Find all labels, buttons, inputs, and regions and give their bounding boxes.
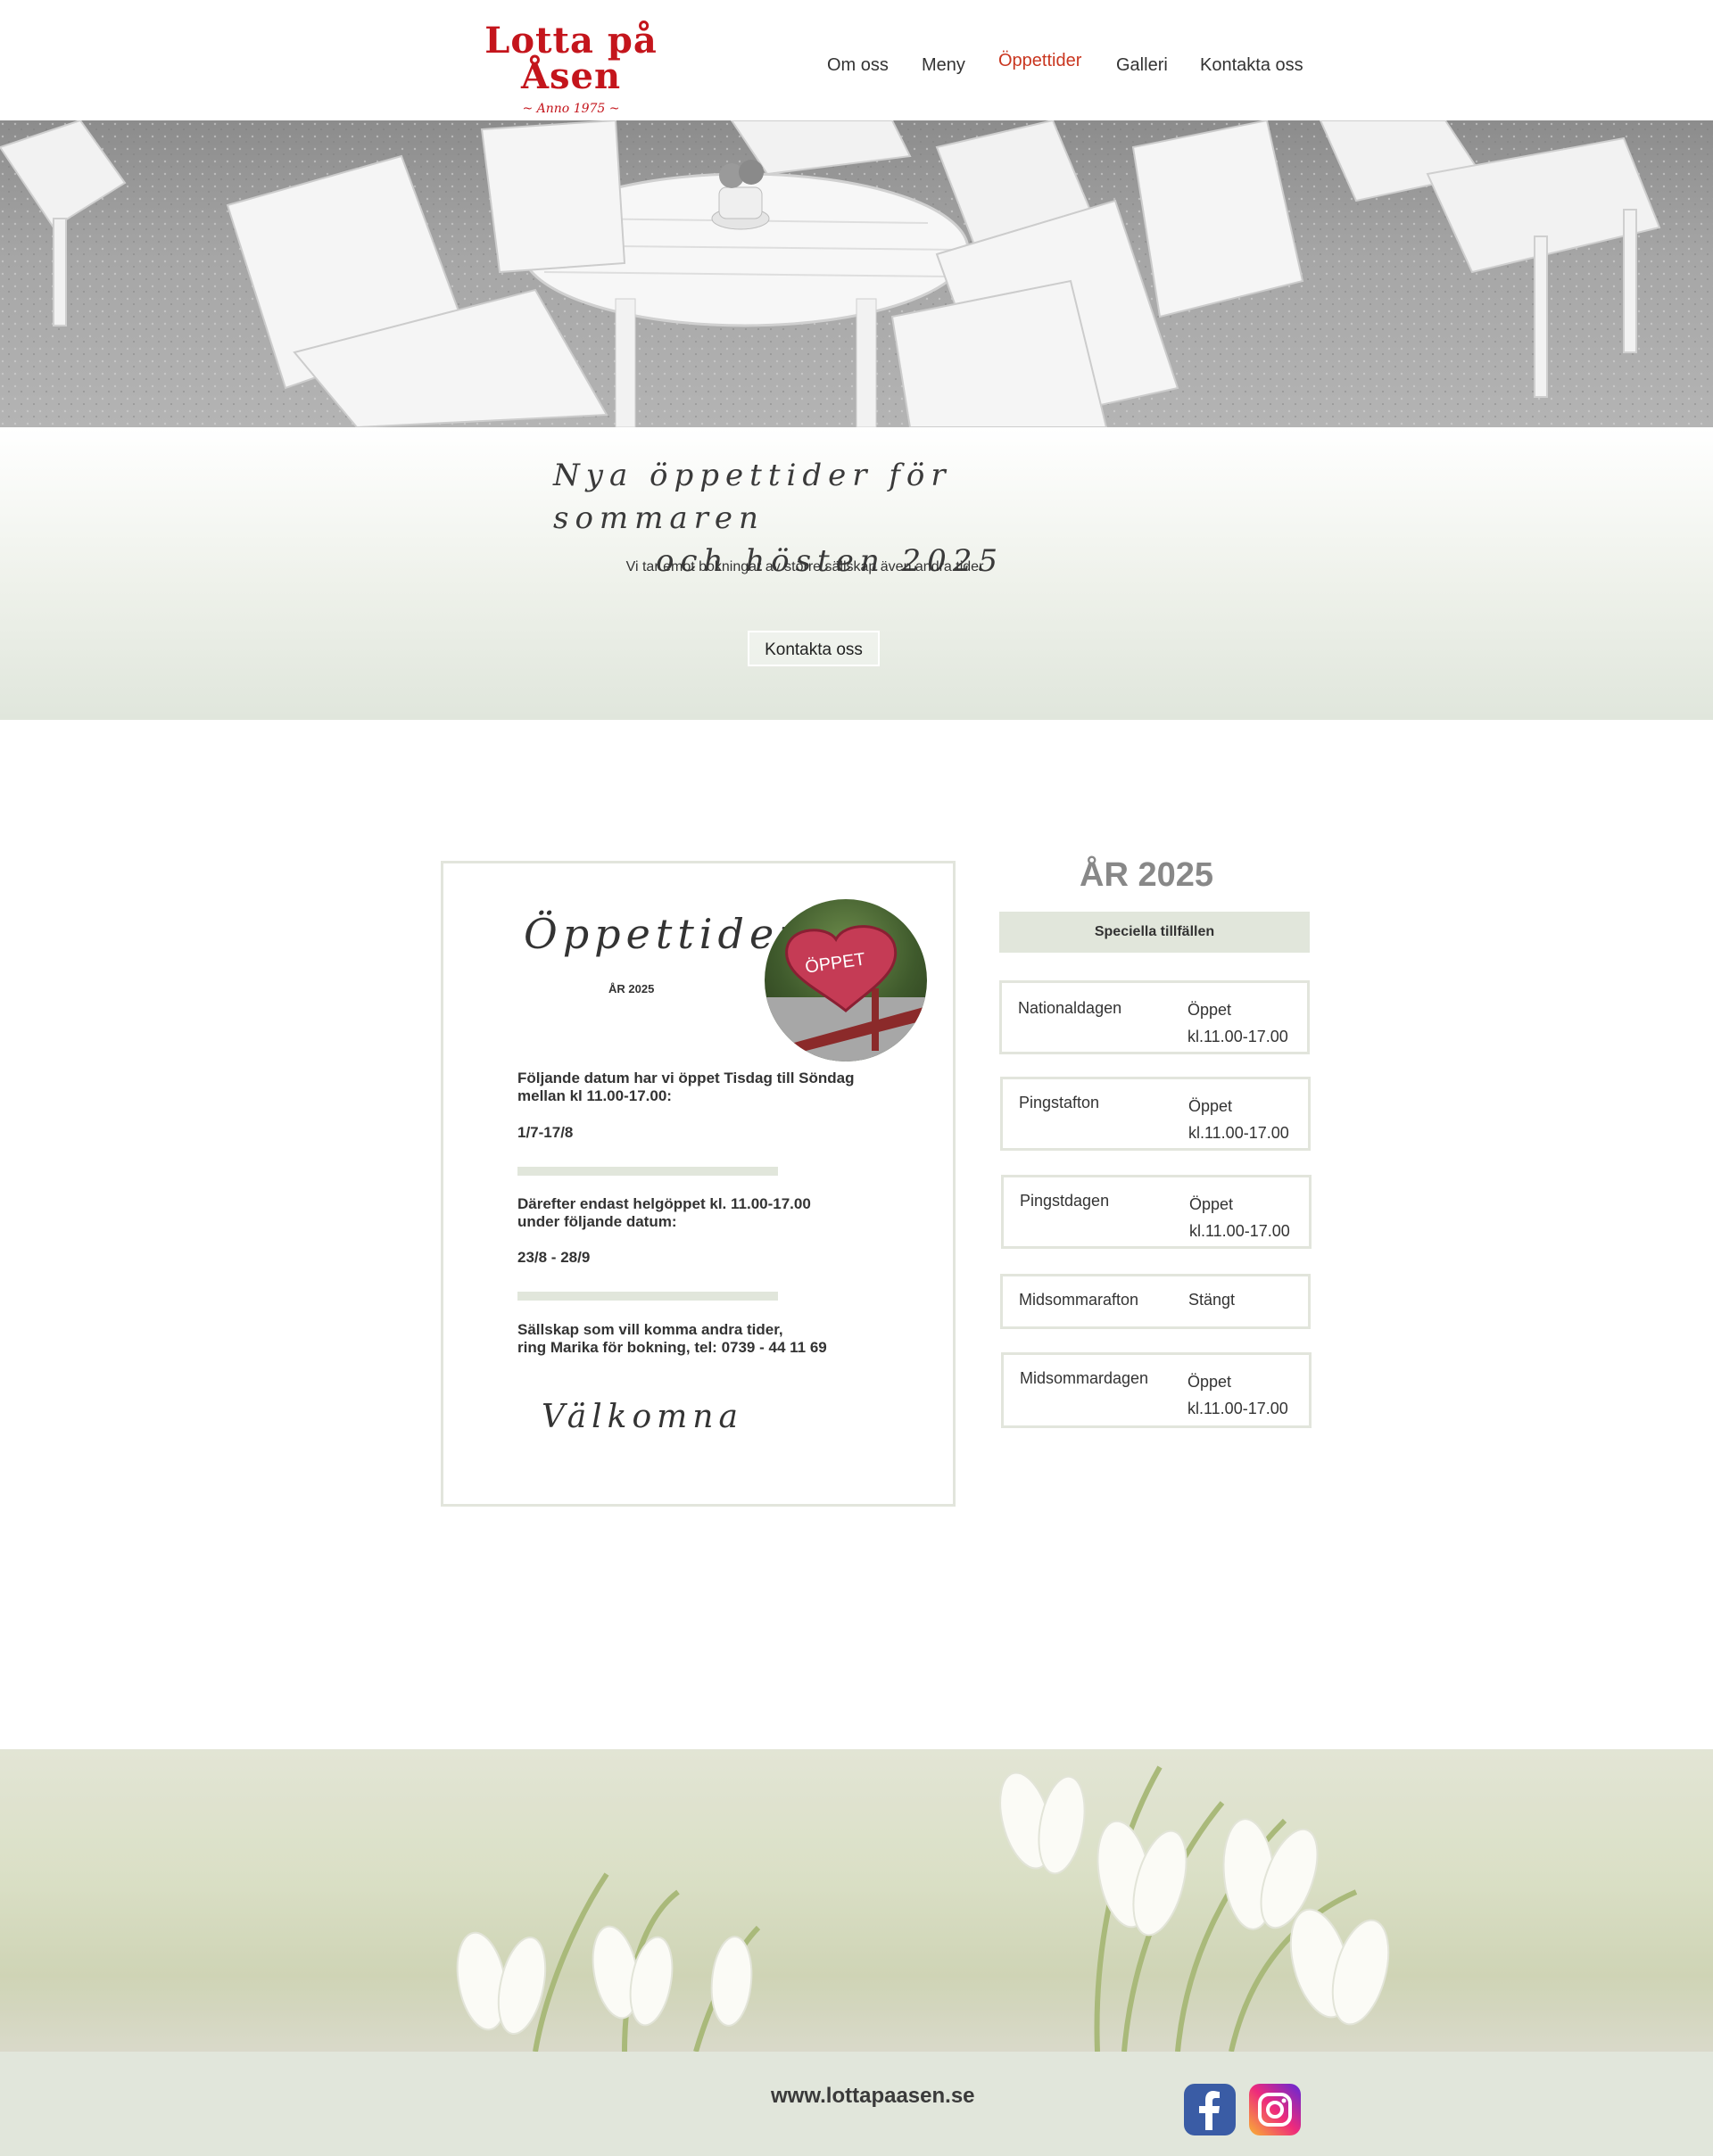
welcome-text: Välkomna — [542, 1399, 743, 1435]
dates-summer: 1/7-17/8 — [517, 1124, 574, 1141]
special-day-pingstafton: Pingstafton Öppet kl.11.00-17.00 — [1000, 1077, 1311, 1151]
day-name: Nationaldagen — [1018, 999, 1122, 1017]
special-day-nationaldagen: Nationaldagen Öppet kl.11.00-17.00 — [999, 980, 1310, 1054]
day-time: kl.11.00-17.00 — [1189, 1222, 1290, 1240]
day-time: kl.11.00-17.00 — [1188, 1028, 1288, 1045]
banner-subtitle: Vi tar emot bokningar av större sällskap… — [625, 559, 984, 574]
day-name: Pingstdagen — [1020, 1192, 1110, 1210]
open-sign-image: ÖPPET — [765, 899, 927, 1061]
logo-title: Lotta på Åsen — [484, 20, 658, 97]
paragraph-booking-line1: Sällskap som vill komma andra tider, — [517, 1321, 783, 1338]
nav-item-galleri[interactable]: Galleri — [1116, 55, 1168, 76]
special-year-heading: ÅR 2025 — [1080, 856, 1213, 894]
instagram-logo — [1258, 2093, 1292, 2127]
hero-image — [0, 120, 1713, 427]
day-time: kl.11.00-17.00 — [1188, 1124, 1289, 1142]
announcement-banner: Nya öppettider för sommaren och hösten 2… — [0, 427, 1713, 720]
divider — [517, 1167, 778, 1176]
contact-button[interactable]: Kontakta oss — [748, 631, 880, 666]
day-name: Midsommarafton — [1019, 1291, 1139, 1309]
instagram-icon[interactable] — [1249, 2084, 1301, 2135]
nav-item-kontakta-oss[interactable]: Kontakta oss — [1200, 55, 1303, 76]
nav-item-meny[interactable]: Meny — [922, 55, 965, 76]
special-day-midsommardagen: Midsommardagen Öppet kl.11.00-17.00 — [1001, 1352, 1312, 1428]
card-title: Öppettider — [524, 910, 805, 958]
paragraph-booking-line2: ring Marika för bokning, tel: 0739 - 44 … — [517, 1339, 827, 1356]
facebook-icon[interactable] — [1184, 2084, 1236, 2135]
heart-sign-icon: ÖPPET — [765, 925, 927, 1061]
day-name: Midsommardagen — [1020, 1369, 1149, 1387]
garden-furniture-illustration — [0, 120, 1713, 427]
logo[interactable]: Lotta på Åsen ~ Anno 1975 ~ — [464, 20, 678, 117]
snowdrop-image — [0, 1749, 1713, 2052]
day-status: Öppet — [1188, 1001, 1232, 1019]
nav-item-oppettider[interactable]: Öppettider — [998, 51, 1081, 71]
banner-title-line1: Nya öppettider för sommaren — [553, 458, 952, 536]
nav-item-om-oss[interactable]: Om oss — [827, 55, 889, 76]
card-year: ÅR 2025 — [608, 982, 655, 995]
special-day-midsommarafton: Midsommarafton Stängt — [1000, 1274, 1311, 1329]
site-footer: www.lottapaasen.se — [0, 2052, 1713, 2156]
day-status: Öppet — [1188, 1097, 1233, 1115]
divider — [517, 1292, 778, 1301]
special-occasions-header: Speciella tillfällen — [999, 912, 1310, 953]
site-header: Lotta på Åsen ~ Anno 1975 ~ Om oss Meny … — [0, 0, 1713, 120]
opening-hours-card: Öppettider ÅR 2025 ÖPPET Följande datum … — [441, 861, 956, 1507]
day-status: Öppet — [1189, 1195, 1234, 1213]
dates-autumn: 23/8 - 28/9 — [517, 1249, 591, 1266]
logo-subtitle: ~ Anno 1975 ~ — [522, 102, 620, 116]
paragraph-weekends-line1: Därefter endast helgöppet kl. 11.00-17.0… — [517, 1195, 811, 1212]
day-status: Öppet — [1188, 1373, 1232, 1391]
facebook-logo — [1199, 2091, 1220, 2130]
day-status: Stängt — [1188, 1291, 1236, 1309]
paragraph-weekends-line2: under följande datum: — [517, 1213, 677, 1230]
website-url[interactable]: www.lottapaasen.se — [771, 2084, 975, 2109]
special-day-pingstdagen: Pingstdagen Öppet kl.11.00-17.00 — [1001, 1175, 1312, 1249]
day-name: Pingstafton — [1019, 1094, 1100, 1111]
day-time: kl.11.00-17.00 — [1188, 1400, 1288, 1417]
snowdrop-illustration — [0, 1749, 1713, 2052]
paragraph-weekdays: Följande datum har vi öppet Tisdag till … — [517, 1070, 855, 1104]
